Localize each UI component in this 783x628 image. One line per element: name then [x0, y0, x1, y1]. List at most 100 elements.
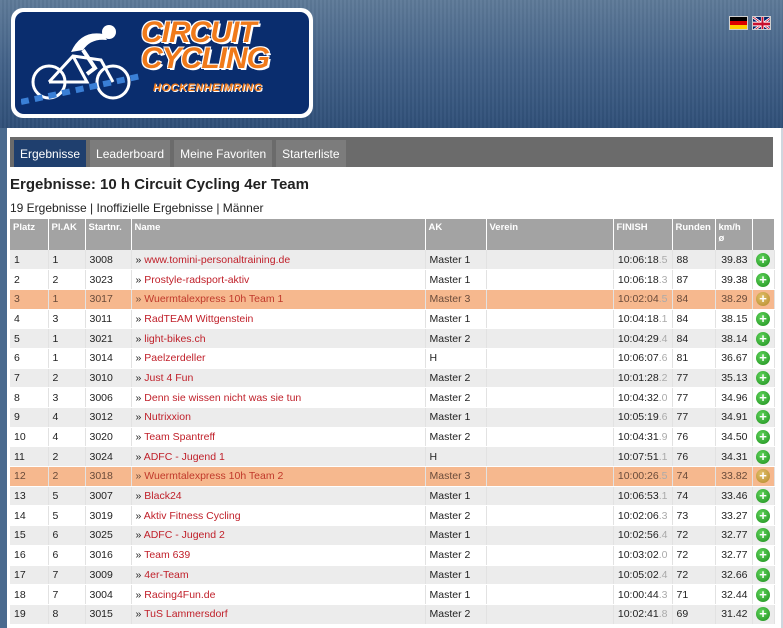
tab-ergebnisse[interactable]: Ergebnisse	[14, 140, 87, 167]
cell-verein	[486, 486, 614, 507]
team-link[interactable]: Team 639	[144, 549, 190, 561]
team-link[interactable]: light-bikes.ch	[144, 333, 205, 345]
table-row[interactable]: 5 1 3021» light-bikes.ch Master 2 10:04:29.4…	[10, 328, 775, 349]
cell-runden: 84	[672, 328, 716, 349]
column-header-platz[interactable]: Platz	[10, 219, 49, 250]
cell-startnr: 3018	[85, 466, 132, 487]
team-link[interactable]: Prostyle-radsport-aktiv	[144, 274, 249, 286]
team-link[interactable]: Black24	[144, 490, 181, 502]
table-row[interactable]: 2 2 3023» Prostyle-radsport-aktiv Master 11…	[10, 269, 775, 290]
column-header-verein[interactable]: Verein	[486, 219, 614, 250]
finish-fraction: .6	[658, 352, 668, 365]
add-favorite-icon[interactable]: +	[756, 311, 770, 326]
finish-time: 10:02:41	[617, 608, 659, 621]
results-summary: 19 Ergebnisse | Inoffizielle Ergebnisse …	[10, 201, 264, 215]
table-row[interactable]: 16 6 3016» Team 639 Master 2 10:03:02.0 72 32.…	[10, 545, 775, 566]
team-link[interactable]: Aktiv Fitness Cycling	[144, 510, 241, 522]
cell-startnr: 3007	[85, 486, 132, 507]
tab-leaderboard[interactable]: Leaderboard	[90, 140, 171, 167]
column-header-name[interactable]: Name	[131, 219, 426, 250]
table-row[interactable]: 18 7 3004» Racing4Fun.de Master 1 10:00:44.3…	[10, 584, 775, 605]
table-row[interactable]: 14 5 3019» Aktiv Fitness Cycling Master 2 10…	[10, 505, 775, 527]
team-link[interactable]: Wuermtalexpress 10h Team 1	[144, 293, 283, 305]
add-favorite-icon[interactable]: +	[756, 252, 770, 267]
add-favorite-icon[interactable]: +	[756, 469, 770, 484]
add-favorite-icon[interactable]: +	[756, 528, 770, 543]
add-favorite-icon[interactable]: +	[756, 390, 770, 405]
add-favorite-icon[interactable]: +	[756, 292, 770, 307]
team-link[interactable]: Paelzerdeller	[144, 352, 205, 364]
table-row[interactable]: 12 2 3018» Wuermtalexpress 10h Team 2 Maste…	[10, 466, 775, 487]
cell-runden: 84	[672, 309, 716, 330]
table-row[interactable]: 15 6 3025» ADFC - Jugend 2 Master 1 10:02:56…	[10, 525, 775, 546]
cell-verein	[486, 269, 614, 290]
circuit-cycling-logo[interactable]: CIRCUIT CYCLING HOCKENHEIMRING	[11, 8, 313, 118]
team-link[interactable]: www.tomini-personaltraining.de	[144, 254, 290, 266]
team-link[interactable]: Just 4 Fun	[144, 372, 193, 384]
team-link[interactable]: ADFC - Jugend 1	[144, 451, 225, 463]
cell-verein	[486, 466, 614, 487]
add-favorite-icon[interactable]: +	[756, 370, 770, 385]
cell-plak: 5	[48, 486, 86, 507]
cell-plak: 5	[48, 505, 86, 527]
table-row[interactable]: 10 4 3020» Team Spantreff Master 2 10:04:31.…	[10, 427, 775, 448]
tab-starterliste[interactable]: Starterliste	[276, 140, 346, 167]
uk-flag-icon[interactable]	[752, 16, 771, 30]
add-favorite-icon[interactable]: +	[756, 548, 770, 563]
cell-ak: Master 1	[425, 584, 487, 605]
german-flag-icon[interactable]	[729, 16, 748, 30]
add-favorite-icon[interactable]: +	[756, 449, 770, 464]
table-row[interactable]: 13 5 3007» Black24 Master 1 10:06:53.1 74 33.4…	[10, 486, 775, 507]
table-row[interactable]: 1 1 3008» www.tomini-personaltraining.de Ma…	[10, 250, 775, 271]
table-row[interactable]: 11 2 3024» ADFC - Jugend 1 H 10:07:51.1 76 34.…	[10, 446, 775, 468]
column-header-finish[interactable]: FINISH	[613, 219, 673, 250]
team-link[interactable]: TuS Lammersdorf	[144, 608, 228, 620]
team-link[interactable]: Racing4Fun.de	[144, 589, 215, 601]
column-header-runden[interactable]: Runden	[672, 219, 716, 250]
cell-add-favorite: +	[752, 269, 775, 290]
table-row[interactable]: 7 2 3010» Just 4 Fun Master 2 10:01:28.2 77 35…	[10, 368, 775, 389]
add-favorite-icon[interactable]: +	[756, 272, 770, 287]
tab-meine-favoriten[interactable]: Meine Favoriten	[174, 140, 273, 167]
add-favorite-icon[interactable]: +	[756, 607, 770, 622]
table-row[interactable]: 19 8 3015» TuS Lammersdorf Master 2 10:02:41…	[10, 604, 775, 625]
finish-time: 10:04:18	[617, 312, 659, 325]
cell-finish: 10:02:56.4	[613, 525, 673, 546]
cell-finish: 10:01:28.2	[613, 368, 673, 389]
cell-verein	[486, 289, 614, 310]
add-favorite-icon[interactable]: +	[756, 331, 770, 346]
page-title: Ergebnisse: 10 h Circuit Cycling 4er Tea…	[10, 176, 309, 193]
add-favorite-icon[interactable]: +	[756, 430, 770, 445]
cell-finish: 10:06:18.5	[613, 250, 673, 271]
table-row[interactable]: 9 4 3012» Nutrixxion Master 1 10:05:19.6 77 34…	[10, 407, 775, 428]
add-favorite-icon[interactable]: +	[756, 489, 770, 504]
team-link[interactable]: Team Spantreff	[144, 431, 215, 443]
cell-name: » Team 639	[131, 545, 426, 566]
add-favorite-icon[interactable]: +	[756, 410, 770, 425]
add-favorite-icon[interactable]: +	[756, 587, 770, 602]
column-header-kmh[interactable]: km/h ø	[715, 219, 753, 250]
cell-runden: 74	[672, 486, 716, 507]
table-row[interactable]: 4 3 3011» RadTEAM Wittgenstein Master 1 10:0…	[10, 309, 775, 330]
team-link[interactable]: RadTEAM Wittgenstein	[144, 313, 253, 325]
team-link[interactable]: Nutrixxion	[144, 411, 191, 423]
column-header-plak[interactable]: Pl.AK	[48, 219, 86, 250]
cell-ak: H	[425, 348, 487, 369]
table-row[interactable]: 17 7 3009» 4er-Team Master 1 10:05:02.4 72 32.…	[10, 565, 775, 586]
team-link[interactable]: Wuermtalexpress 10h Team 2	[144, 470, 283, 482]
column-header-startnr[interactable]: Startnr.	[85, 219, 132, 250]
cell-platz: 13	[10, 486, 49, 507]
table-row[interactable]: 3 1 3017» Wuermtalexpress 10h Team 1 Master…	[10, 289, 775, 310]
team-link[interactable]: 4er-Team	[144, 569, 188, 581]
cell-name: » Aktiv Fitness Cycling	[131, 505, 426, 527]
table-row[interactable]: 6 1 3014» Paelzerdeller H 10:06:07.6 81 36.67 +	[10, 348, 775, 369]
add-favorite-icon[interactable]: +	[756, 351, 770, 366]
column-header-ak[interactable]: AK	[425, 219, 487, 250]
table-row[interactable]: 8 3 3006» Denn sie wissen nicht was sie tu…	[10, 387, 775, 408]
team-link[interactable]: Denn sie wissen nicht was sie tun	[144, 392, 301, 404]
add-favorite-icon[interactable]: +	[756, 567, 770, 582]
finish-time: 10:02:04	[617, 293, 659, 306]
add-favorite-icon[interactable]: +	[756, 508, 770, 523]
team-link[interactable]: ADFC - Jugend 2	[144, 529, 225, 541]
cell-platz: 15	[10, 525, 49, 546]
